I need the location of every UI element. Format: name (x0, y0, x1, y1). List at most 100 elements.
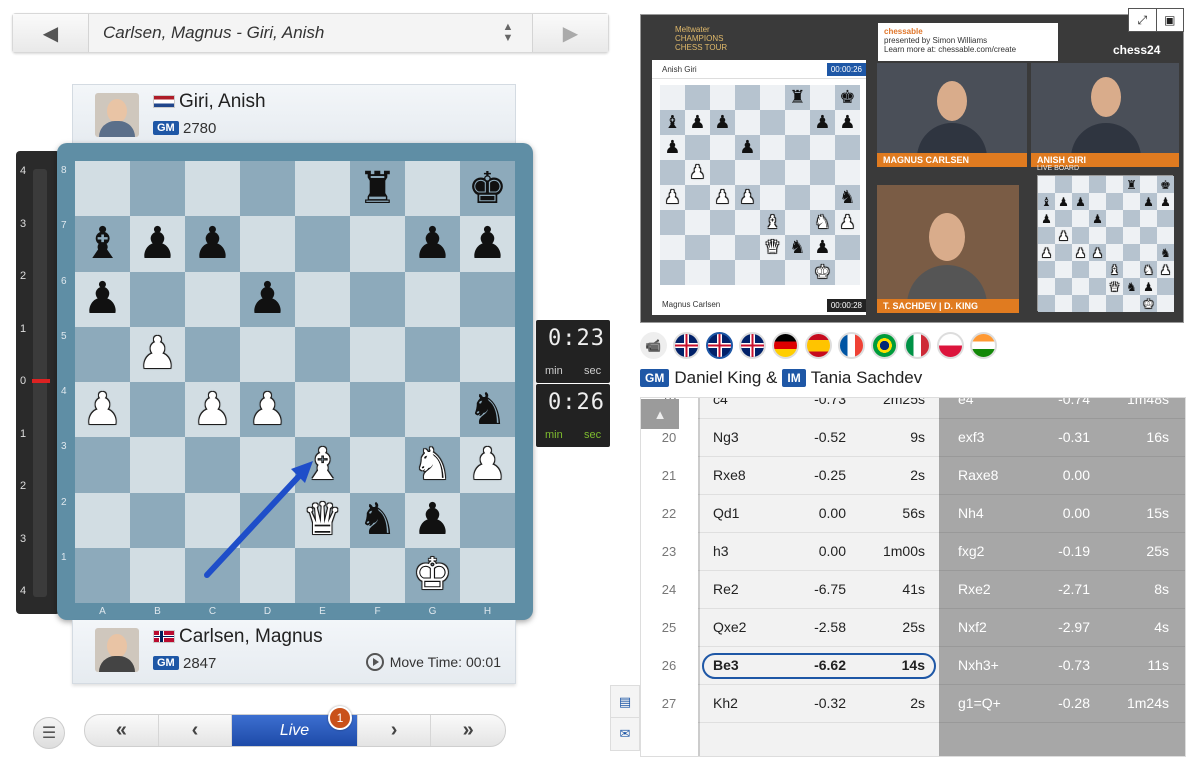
black-move[interactable]: exf3 (958, 429, 984, 445)
square-h4[interactable]: ♞ (460, 382, 515, 438)
square-g8[interactable] (405, 161, 460, 217)
square-c3[interactable] (185, 437, 240, 493)
white-bishop-icon[interactable]: ♝ (303, 442, 342, 487)
white-move[interactable]: Qd1 (713, 505, 739, 521)
square-c8[interactable] (185, 161, 240, 217)
black-move[interactable]: Nxh3+ (958, 657, 999, 673)
uk-language-icon[interactable] (673, 332, 700, 359)
brazil-language-icon[interactable] (871, 332, 898, 359)
black-pawn-icon[interactable]: ♟ (193, 221, 232, 266)
move-row[interactable]: 24 Re2 -6.75 41s Rxe2 -2.71 8s (641, 570, 1185, 608)
move-row[interactable]: 23 h3 0.00 1m00s fxg2 -0.19 25s (641, 532, 1185, 570)
square-h5[interactable] (460, 326, 515, 382)
white-move[interactable]: h3 (713, 543, 729, 559)
black-move[interactable]: Nxf2 (958, 619, 987, 635)
square-b8[interactable] (130, 161, 185, 217)
black-move[interactable]: g1=Q+ (958, 695, 1001, 711)
move-row[interactable]: 22 Qd1 0.00 56s Nh4 0.00 15s (641, 494, 1185, 532)
germany-language-icon[interactable] (772, 332, 799, 359)
black-move[interactable]: fxg2 (958, 543, 984, 559)
square-c2[interactable] (185, 492, 240, 548)
uk-language-icon[interactable] (706, 332, 733, 359)
player-name[interactable]: Giri, Anish (179, 91, 266, 113)
white-move[interactable]: Re2 (713, 581, 739, 597)
move-row[interactable]: 19c4-0.732m25se4-0.741m48s (641, 398, 1185, 418)
square-f7[interactable] (350, 216, 405, 272)
black-king-icon[interactable]: ♚ (468, 166, 507, 211)
chat-icon[interactable]: ✉ (611, 718, 639, 750)
move-row[interactable]: 20 Ng3 -0.52 9s exf3 -0.31 16s (641, 418, 1185, 456)
square-f6[interactable] (350, 271, 405, 327)
black-pawn-icon[interactable]: ♟ (413, 221, 452, 266)
expand-icon[interactable]: ⤢ (1129, 9, 1157, 31)
video-player[interactable]: Meltwater CHAMPIONS CHESS TOUR chessable… (640, 14, 1184, 323)
square-d1[interactable] (240, 547, 295, 603)
black-pawn-icon[interactable]: ♟ (138, 221, 177, 266)
square-e2[interactable]: ♛ (295, 492, 350, 548)
square-b2[interactable] (130, 492, 185, 548)
square-e5[interactable] (295, 326, 350, 382)
square-g1[interactable]: ♚ (405, 547, 460, 603)
camera-language-icon[interactable]: 📹 (640, 332, 667, 359)
black-knight-icon[interactable]: ♞ (468, 387, 507, 432)
square-d3[interactable] (240, 437, 295, 493)
square-b3[interactable] (130, 437, 185, 493)
square-b1[interactable] (130, 547, 185, 603)
square-f3[interactable] (350, 437, 405, 493)
updown-arrows-icon[interactable]: ▲ ▼ (497, 20, 519, 46)
square-h7[interactable]: ♟ (460, 216, 515, 272)
video-view-buttons[interactable]: ⤢ ▣ (1128, 8, 1184, 32)
square-f4[interactable] (350, 382, 405, 438)
square-e6[interactable] (295, 271, 350, 327)
square-d7[interactable] (240, 216, 295, 272)
square-g4[interactable] (405, 382, 460, 438)
black-move[interactable]: Nh4 (958, 505, 984, 521)
square-c6[interactable] (185, 271, 240, 327)
popout-icon[interactable]: ▣ (1157, 9, 1184, 31)
move-row[interactable]: 21 Rxe8 -0.25 2s Raxe8 0.00 (641, 456, 1185, 494)
square-a4[interactable]: ♟ (75, 382, 130, 438)
square-a7[interactable]: ♝ (75, 216, 130, 272)
white-king-icon[interactable]: ♚ (413, 553, 452, 597)
square-f5[interactable] (350, 326, 405, 382)
square-g3[interactable]: ♞ (405, 437, 460, 493)
black-pawn-icon[interactable]: ♟ (248, 277, 287, 321)
square-b5[interactable]: ♟ (130, 326, 185, 382)
white-pawn-icon[interactable]: ♟ (193, 387, 232, 432)
square-e3[interactable]: ♝ (295, 437, 350, 493)
black-move[interactable]: e4 (958, 398, 974, 407)
poland-language-icon[interactable] (937, 332, 964, 359)
spain-language-icon[interactable] (805, 332, 832, 359)
black-move[interactable]: Raxe8 (958, 467, 998, 483)
square-e7[interactable] (295, 216, 350, 272)
last-move-button[interactable]: » (431, 715, 505, 746)
black-pawn-icon[interactable]: ♟ (468, 221, 507, 266)
square-g2[interactable]: ♟ (405, 492, 460, 548)
black-rook-icon[interactable]: ♜ (358, 166, 397, 211)
white-move[interactable]: Kh2 (713, 695, 738, 711)
square-a3[interactable] (75, 437, 130, 493)
square-e1[interactable] (295, 547, 350, 603)
square-b7[interactable]: ♟ (130, 216, 185, 272)
france-language-icon[interactable] (838, 332, 865, 359)
next-game-button[interactable]: ▶ (532, 14, 608, 52)
square-e8[interactable] (295, 161, 350, 217)
square-h8[interactable]: ♚ (460, 161, 515, 217)
prev-game-button[interactable]: ◀ (13, 14, 89, 52)
black-knight-icon[interactable]: ♞ (358, 498, 397, 542)
square-g7[interactable]: ♟ (405, 216, 460, 272)
scroll-up-button[interactable]: ▲ (641, 399, 679, 429)
white-move[interactable]: c4 (713, 398, 728, 407)
square-a5[interactable] (75, 326, 130, 382)
square-b6[interactable] (130, 271, 185, 327)
square-h3[interactable]: ♟ (460, 437, 515, 493)
square-d8[interactable] (240, 161, 295, 217)
white-pawn-icon[interactable]: ♟ (468, 442, 507, 487)
square-e4[interactable] (295, 382, 350, 438)
square-a2[interactable] (75, 492, 130, 548)
italy-language-icon[interactable] (904, 332, 931, 359)
square-h6[interactable] (460, 271, 515, 327)
square-c4[interactable]: ♟ (185, 382, 240, 438)
white-pawn-icon[interactable]: ♟ (83, 387, 122, 432)
player-name[interactable]: Carlsen, Magnus (179, 626, 323, 648)
